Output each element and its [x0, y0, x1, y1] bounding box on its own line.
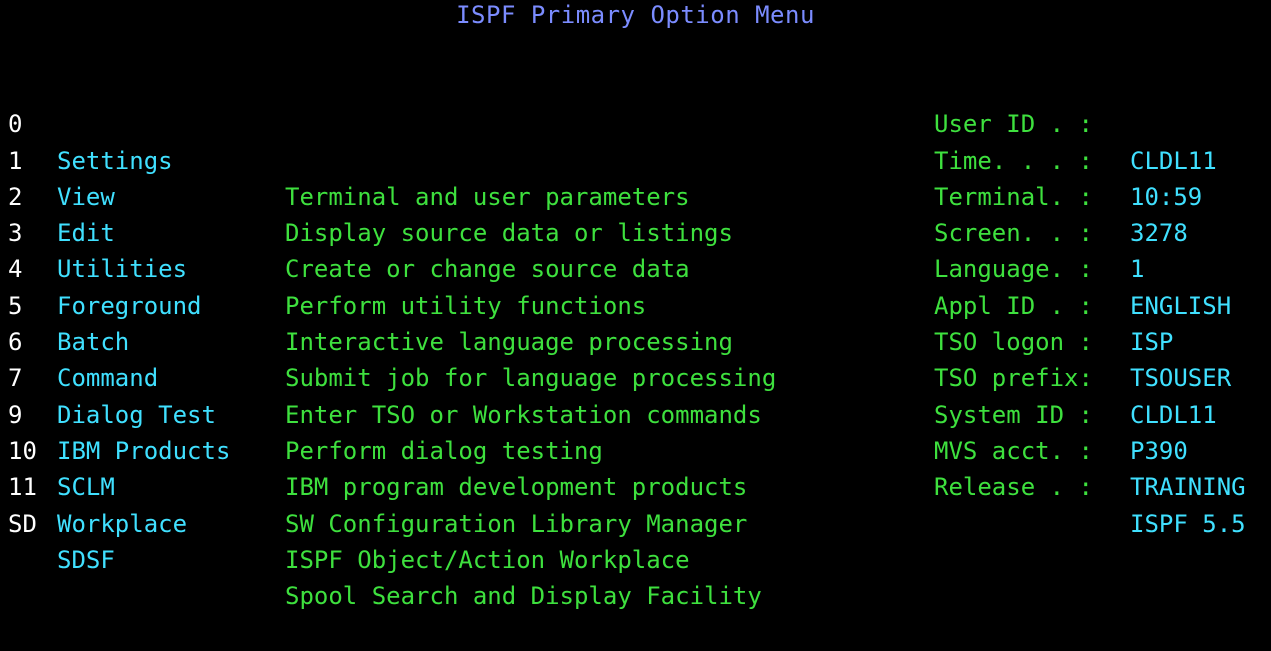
option-menu: 0 Settings Terminal and user parameters …: [8, 70, 776, 611]
info-value: ISPF 5.5: [1130, 509, 1246, 538]
info-release: Release . : ISPF 5.5: [934, 433, 1246, 537]
menu-option-foreground[interactable]: 4 Foreground Interactive language proces…: [8, 215, 733, 356]
menu-option-settings[interactable]: 0 Settings Terminal and user parameters: [8, 70, 690, 211]
option-number: SD: [8, 509, 37, 538]
session-info-panel: User ID . : CLDL11 Time. . . : 10:59 Ter…: [934, 70, 1246, 537]
info-appl-id: Appl ID . : ISP: [934, 251, 1173, 356]
info-value: ENGLISH: [1130, 291, 1232, 320]
menu-option-sdsf[interactable]: SD SDSF Spool Search and Display Facilit…: [8, 469, 762, 611]
option-description: Submit job for language processing: [285, 364, 777, 393]
menu-option-utilities[interactable]: 3 Utilities Perform utility functions: [8, 179, 646, 320]
menu-option-command[interactable]: 6 Command Enter TSO or Workstation comma…: [8, 288, 762, 429]
info-value: 3278: [1130, 219, 1188, 248]
info-value: TRAINING: [1130, 473, 1246, 502]
menu-option-dialog-test[interactable]: 7 Dialog Test Perform dialog testing: [8, 324, 603, 465]
menu-option-view[interactable]: 1 View Display source data or listings: [8, 106, 733, 248]
info-mvs-acct: MVS acct. : TRAINING: [934, 397, 1246, 501]
info-system-id: System ID : P390: [934, 360, 1188, 465]
option-description: Display source data or listings: [285, 219, 733, 248]
info-screen: Screen. . : 1: [934, 179, 1144, 283]
option-description: Interactive language processing: [285, 328, 733, 357]
menu-option-edit[interactable]: 2 Edit Create or change source data: [8, 143, 690, 284]
info-value: CLDL11: [1130, 146, 1217, 175]
option-description: Terminal and user parameters: [285, 182, 690, 211]
option-description: Spool Search and Display Facility: [285, 582, 762, 611]
info-time: Time. . . : 10:59: [934, 106, 1202, 211]
option-description: Create or change source data: [285, 255, 690, 284]
info-value: 1: [1130, 255, 1145, 284]
option-description: Perform dialog testing: [285, 436, 603, 465]
option-description: Enter TSO or Workstation commands: [285, 400, 762, 429]
info-value: TSOUSER: [1130, 364, 1232, 393]
info-tso-logon: TSO logon : TSOUSER: [934, 288, 1231, 392]
terminal-screen: ISPF Primary Option Menu 0 Settings Term…: [0, 0, 1271, 611]
info-value: ISP: [1130, 328, 1174, 357]
info-value: CLDL11: [1130, 400, 1217, 429]
info-user-id: User ID . : CLDL11: [934, 70, 1217, 174]
menu-option-batch[interactable]: 5 Batch Submit job for language processi…: [8, 251, 776, 393]
menu-option-sclm[interactable]: 10 SCLM SW Configuration Library Manager: [8, 397, 747, 538]
option-name[interactable]: SDSF: [57, 542, 115, 578]
info-language: Language. : ENGLISH: [934, 215, 1231, 319]
info-value: P390: [1130, 436, 1188, 465]
option-description: SW Configuration Library Manager: [285, 509, 748, 538]
option-description: IBM program development products: [285, 473, 748, 502]
info-terminal: Terminal. : 3278: [934, 143, 1188, 247]
info-value: 10:59: [1130, 182, 1203, 211]
info-tso-prefix: TSO prefix: CLDL11: [934, 324, 1217, 428]
option-description: ISPF Object/Action Workplace: [285, 545, 690, 574]
info-label: Release . :: [934, 473, 1093, 502]
menu-option-ibm-products[interactable]: 9 IBM Products IBM program development p…: [8, 360, 747, 502]
menu-option-workplace[interactable]: 11 Workplace ISPF Object/Action Workplac…: [8, 433, 690, 574]
page-title: ISPF Primary Option Menu: [456, 1, 815, 29]
option-description: Perform utility functions: [285, 291, 647, 320]
